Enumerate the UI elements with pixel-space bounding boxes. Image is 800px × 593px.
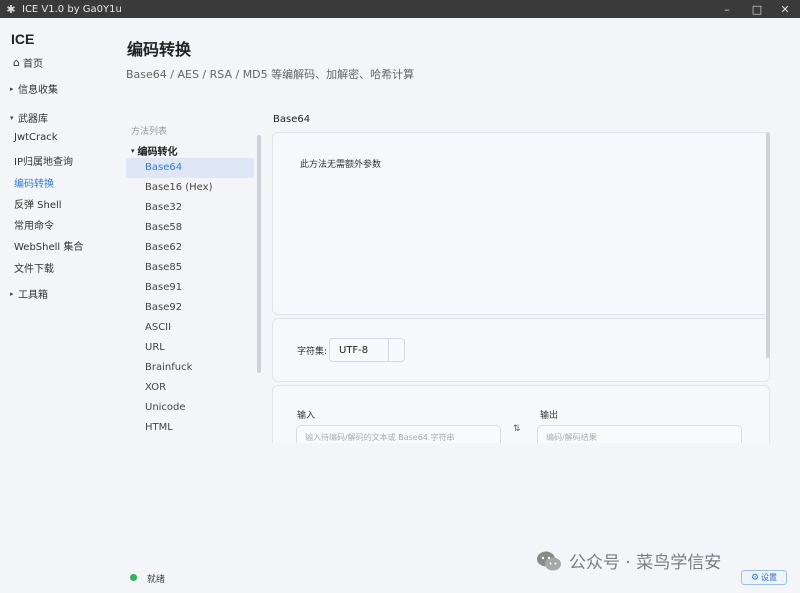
charset-divider <box>388 339 389 361</box>
status-text: 就绪 <box>147 575 166 585</box>
method-item-base64[interactable]: Base64 <box>126 158 254 178</box>
settings-button[interactable]: ⚙ 设置 <box>741 570 787 585</box>
method-item-brainfuck[interactable]: Brainfuck <box>126 358 254 378</box>
charset-value: UTF-8 <box>339 344 369 356</box>
method-item-base58[interactable]: Base58 <box>126 218 254 238</box>
nav-toolbox-label: 工具箱 <box>18 290 48 301</box>
nav-home-label: 首页 <box>22 59 43 70</box>
nav-item-reverse-shell[interactable]: 反弹 Shell <box>14 196 62 211</box>
method-item-base92[interactable]: Base92 <box>126 298 254 318</box>
nav-toolbox[interactable]: ▸ 工具箱 <box>10 286 48 302</box>
minimize-button[interactable]: – <box>712 0 742 18</box>
nav-item-webshell[interactable]: WebShell 集合 <box>14 238 83 253</box>
method-item-base91[interactable]: Base91 <box>126 278 254 298</box>
charset-select[interactable]: UTF-8 <box>329 338 405 362</box>
detail-title: Base64 <box>273 114 311 125</box>
method-item-html[interactable]: HTML <box>126 418 254 438</box>
output-label: 输出 <box>540 411 559 421</box>
brand-title: ICE <box>11 31 35 47</box>
input-textarea[interactable]: 输入待编码/解码的文本或 Base64 字符串 <box>296 425 501 445</box>
detail-scrollbar[interactable] <box>766 132 770 358</box>
method-group-label: 编码转化 <box>137 147 178 158</box>
chevron-down-icon: ▾ <box>131 146 135 155</box>
chevron-right-icon: ▸ <box>10 289 14 298</box>
nav-item-ip-lookup[interactable]: IP归属地查询 <box>14 153 73 168</box>
method-list-heading: 方法列表 <box>131 127 168 137</box>
nav-item-common-commands[interactable]: 常用命令 <box>14 217 54 232</box>
page-subtitle: Base64 / AES / RSA / MD5 等编解码、加解密、哈希计算 <box>126 68 415 81</box>
chevron-right-icon: ▸ <box>10 84 14 93</box>
method-list: 方法列表 ▾ 编码转化 Base64 Base16 (Hex) Base32 B… <box>118 118 262 443</box>
gear-icon: ⚙ <box>750 572 760 583</box>
watermark-text: 公众号 · 菜鸟学信安 <box>569 553 722 573</box>
window-titlebar: ✱ ICE V1.0 by Ga0Y1u – □ ✕ <box>0 0 800 18</box>
nav-item-jwtcrack[interactable]: JwtCrack <box>14 132 58 143</box>
nav-arsenal-label: 武器库 <box>18 114 48 125</box>
method-group[interactable]: ▾ 编码转化 <box>131 143 178 159</box>
status-indicator <box>130 574 137 581</box>
page-title: 编码转换 <box>127 40 192 59</box>
method-item-base32[interactable]: Base32 <box>126 198 254 218</box>
wechat-icon <box>537 551 561 570</box>
method-item-unicode[interactable]: Unicode <box>126 398 254 418</box>
nav-arsenal[interactable]: ▾ 武器库 <box>10 110 48 126</box>
home-icon: ⌂ <box>13 56 20 69</box>
nav-home[interactable]: ⌂ 首页 <box>10 55 43 70</box>
method-item-base85[interactable]: Base85 <box>126 258 254 278</box>
no-params-text: 此方法无需额外参数 <box>300 160 382 170</box>
method-item-base16[interactable]: Base16 (Hex) <box>126 178 254 198</box>
method-item-url[interactable]: URL <box>126 338 254 358</box>
method-item-base62[interactable]: Base62 <box>126 238 254 258</box>
app-logo-icon: ✱ <box>6 2 16 16</box>
nav-item-file-download[interactable]: 文件下载 <box>14 260 54 275</box>
maximize-button[interactable]: □ <box>742 0 772 18</box>
close-button[interactable]: ✕ <box>770 0 800 18</box>
window-title: ICE V1.0 by Ga0Y1u <box>22 3 122 15</box>
nav-item-encoding[interactable]: 编码转换 <box>14 175 54 190</box>
watermark: 公众号 · 菜鸟学信安 <box>535 548 721 573</box>
charset-label: 字符集: <box>297 347 328 357</box>
output-textarea[interactable]: 编码/解码结果 <box>537 425 742 445</box>
method-list-scrollbar[interactable] <box>257 135 261 373</box>
swap-icon[interactable]: ⇅ <box>513 424 521 434</box>
chevron-down-icon: ▾ <box>10 113 14 122</box>
nav-info-gathering-label: 信息收集 <box>18 85 58 96</box>
nav-info-gathering[interactable]: ▸ 信息收集 <box>10 81 58 97</box>
input-label: 输入 <box>297 411 316 421</box>
method-item-xor[interactable]: XOR <box>126 378 254 398</box>
method-item-ascii[interactable]: ASCII <box>126 318 254 338</box>
settings-label: 设置 <box>761 573 778 582</box>
